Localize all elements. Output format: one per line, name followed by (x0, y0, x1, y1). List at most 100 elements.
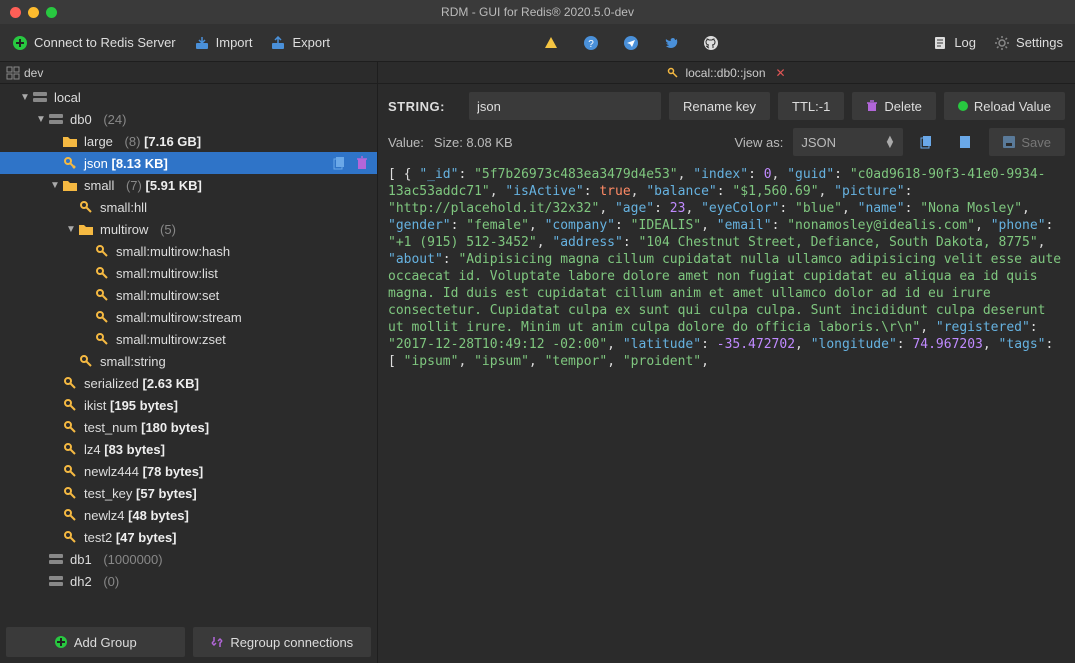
value-bar: Value: Size: 8.08 KB View as: JSON ▲▼ Sa… (378, 128, 1075, 162)
content: local::db0::json ✕ STRING: Rename key TT… (378, 62, 1075, 663)
window-controls (0, 7, 57, 18)
save-button[interactable]: Save (989, 128, 1065, 156)
import-button[interactable]: Import (194, 35, 253, 51)
grid-icon[interactable] (6, 66, 20, 80)
tree-key-mr-list[interactable]: small:multirow:list (0, 262, 377, 284)
view-as-label: View as: (734, 135, 783, 150)
tree-key-lz4[interactable]: lz4 [83 bytes] (0, 438, 377, 460)
tab-path[interactable]: local::db0::json (685, 66, 765, 80)
tree-key-small-hll[interactable]: small:hll (0, 196, 377, 218)
key-icon (94, 243, 110, 259)
key-icon (62, 419, 78, 435)
formatter-select[interactable]: JSON ▲▼ (793, 128, 903, 156)
tree-key-test2[interactable]: test2 [47 bytes] (0, 526, 377, 548)
db-icon (48, 573, 64, 589)
sidebar-bottom-bar: Add Group Regroup connections (0, 621, 377, 663)
warning-icon[interactable] (542, 34, 560, 52)
ttl-button[interactable]: TTL:-1 (778, 92, 844, 120)
twitter-icon[interactable] (662, 34, 680, 52)
db-icon (48, 551, 64, 567)
breadcrumb-root[interactable]: dev (24, 66, 43, 80)
connect-button[interactable]: Connect to Redis Server (12, 35, 176, 51)
tree-key-newlz444[interactable]: newlz444 [78 bytes] (0, 460, 377, 482)
tree-db1[interactable]: db1 (1000000) (0, 548, 377, 570)
regroup-icon (210, 635, 224, 649)
help-icon[interactable]: ? (582, 34, 600, 52)
tree-key-newlz4[interactable]: newlz4 [48 bytes] (0, 504, 377, 526)
connect-label: Connect to Redis Server (34, 35, 176, 50)
export-icon (270, 35, 286, 51)
rename-key-button[interactable]: Rename key (669, 92, 770, 120)
sidebar: dev ▼local ▼db0 (24) large (8) [7.16 GB]… (0, 62, 378, 663)
key-icon (62, 507, 78, 523)
tree-key-mr-stream[interactable]: small:multirow:stream (0, 306, 377, 328)
json-viewer[interactable]: [ { "_id": "5f7b26973c483ea3479d4e53", "… (378, 162, 1075, 663)
gear-icon (994, 35, 1010, 51)
add-group-button[interactable]: Add Group (6, 627, 185, 657)
tree-key-ikist[interactable]: ikist [195 bytes] (0, 394, 377, 416)
key-tree: ▼local ▼db0 (24) large (8) [7.16 GB] jso… (0, 84, 377, 621)
regroup-button[interactable]: Regroup connections (193, 627, 372, 657)
tree-key-testnum[interactable]: test_num [180 bytes] (0, 416, 377, 438)
close-tab-icon[interactable]: ✕ (776, 66, 786, 80)
key-icon (94, 331, 110, 347)
import-icon (194, 35, 210, 51)
delete-row-icon[interactable] (355, 156, 369, 170)
tree-key-testkey[interactable]: test_key [57 bytes] (0, 482, 377, 504)
copy-value-button[interactable] (913, 128, 941, 156)
log-button[interactable]: Log (932, 35, 976, 51)
tree-key-serialized[interactable]: serialized [2.63 KB] (0, 372, 377, 394)
formatter-value: JSON (801, 135, 836, 150)
tree-folder-large[interactable]: large (8) [7.16 GB] (0, 130, 377, 152)
tree-db2[interactable]: dh2 (0) (0, 570, 377, 592)
tree-server[interactable]: ▼local (0, 86, 377, 108)
folder-icon (78, 221, 94, 237)
tree-key-json[interactable]: json [8.13 KB] (0, 152, 377, 174)
key-name-input[interactable] (469, 92, 661, 120)
reload-value-button[interactable]: Reload Value (944, 92, 1065, 120)
key-icon (62, 441, 78, 457)
size-label: Size: 8.08 KB (434, 135, 513, 150)
telegram-icon[interactable] (622, 34, 640, 52)
key-icon (667, 67, 679, 79)
main-toolbar: Connect to Redis Server Import Export ? … (0, 24, 1075, 62)
github-icon[interactable] (702, 34, 720, 52)
key-icon (62, 463, 78, 479)
key-bar: STRING: Rename key TTL:-1 Delete Reload … (378, 84, 1075, 128)
key-icon (62, 529, 78, 545)
trash-icon (866, 100, 878, 112)
key-icon (94, 309, 110, 325)
server-icon (32, 89, 48, 105)
tree-key-mr-zset[interactable]: small:multirow:zset (0, 328, 377, 350)
delete-key-button[interactable]: Delete (852, 92, 936, 120)
key-icon (78, 353, 94, 369)
export-button[interactable]: Export (270, 35, 330, 51)
key-icon (62, 155, 78, 171)
tree-key-mr-hash[interactable]: small:multirow:hash (0, 240, 377, 262)
export-label: Export (292, 35, 330, 50)
key-icon (62, 485, 78, 501)
copy-icon[interactable] (333, 156, 347, 170)
chevron-updown-icon: ▲▼ (884, 136, 895, 148)
folder-icon (62, 177, 78, 193)
tree-folder-multirow[interactable]: ▼multirow (5) (0, 218, 377, 240)
log-label: Log (954, 35, 976, 50)
folder-icon (62, 133, 78, 149)
window-title: RDM - GUI for Redis® 2020.5.0-dev (0, 5, 1075, 19)
svg-text:?: ? (588, 39, 594, 50)
close-window[interactable] (10, 7, 21, 18)
zoom-window[interactable] (46, 7, 57, 18)
plus-icon (12, 35, 28, 51)
minimize-window[interactable] (28, 7, 39, 18)
settings-button[interactable]: Settings (994, 35, 1063, 51)
tree-key-small-string[interactable]: small:string (0, 350, 377, 372)
db-icon (48, 111, 64, 127)
paste-value-button[interactable] (951, 128, 979, 156)
tree-db0[interactable]: ▼db0 (24) (0, 108, 377, 130)
tree-key-mr-set[interactable]: small:multirow:set (0, 284, 377, 306)
key-icon (62, 397, 78, 413)
type-label: STRING: (388, 99, 461, 114)
save-icon (1003, 136, 1015, 148)
tree-folder-small[interactable]: ▼small (7) [5.91 KB] (0, 174, 377, 196)
value-tab: local::db0::json ✕ (378, 62, 1075, 84)
